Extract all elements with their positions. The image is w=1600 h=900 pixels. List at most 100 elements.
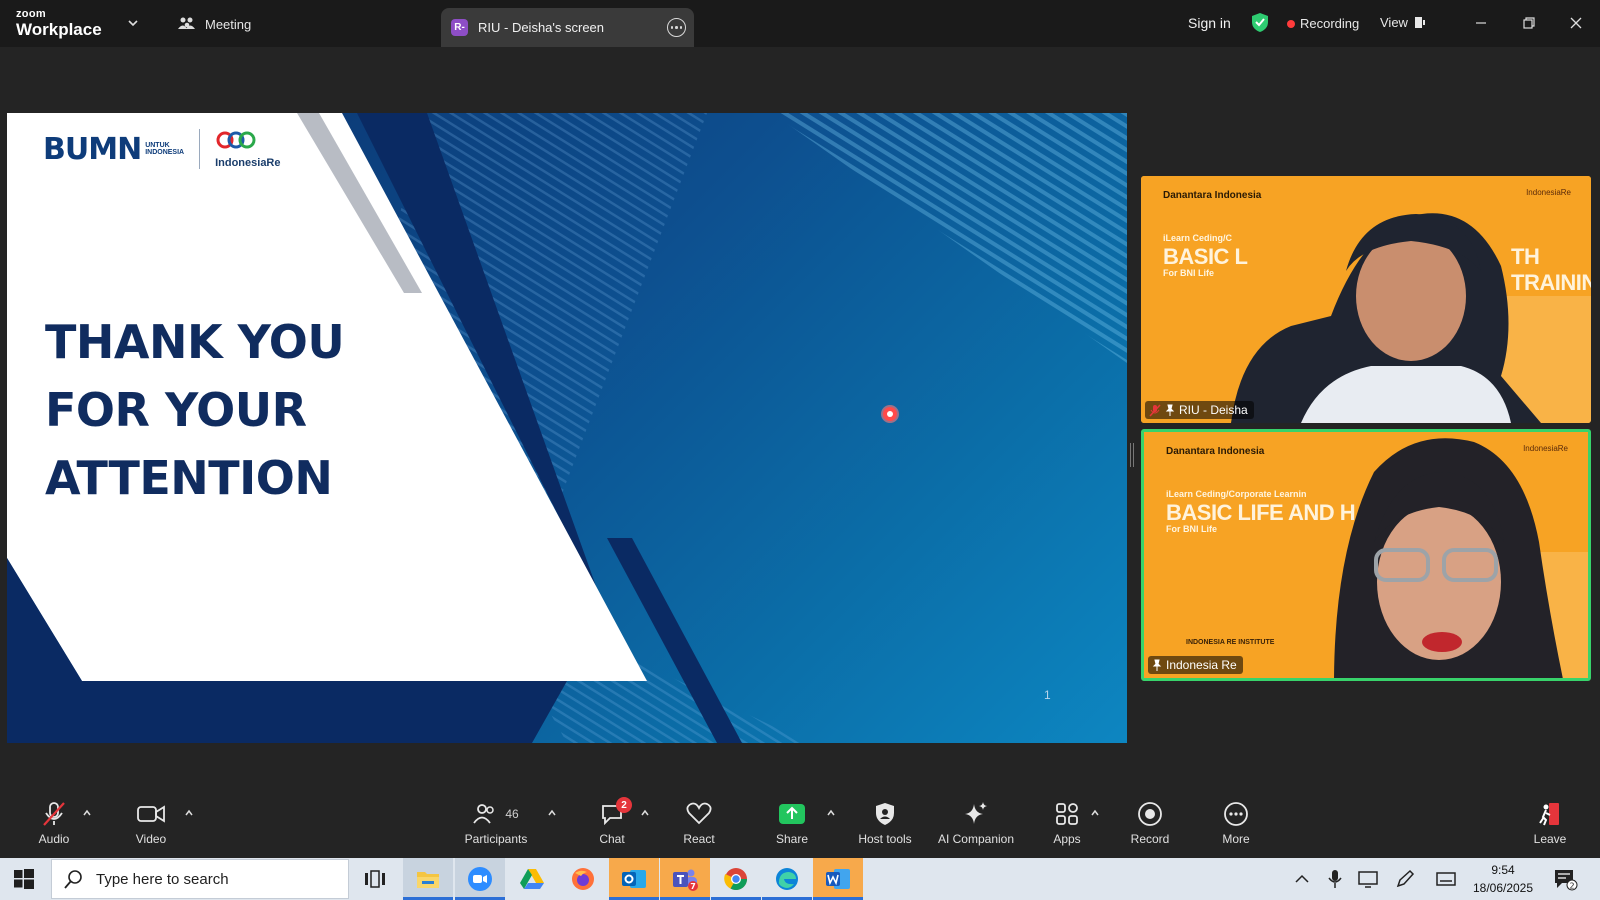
close-icon[interactable]: [1566, 13, 1586, 33]
chevron-up-icon[interactable]: [1292, 869, 1312, 889]
zoom-app-icon[interactable]: [455, 858, 505, 900]
apps-label: Apps: [1053, 832, 1081, 846]
audio-label: Audio: [38, 832, 70, 846]
recording-indicator[interactable]: Recording: [1287, 16, 1359, 31]
restore-icon[interactable]: [1519, 13, 1539, 33]
file-explorer-icon[interactable]: [403, 858, 453, 900]
chat-label: Chat: [599, 832, 625, 846]
chevron-down-icon[interactable]: [126, 16, 140, 30]
tab-shared-screen-label: RIU - Deisha's screen: [478, 20, 605, 35]
indonesia-re-rings-icon: [216, 131, 256, 148]
chrome-icon[interactable]: [711, 858, 761, 900]
tab-meeting-label: Meeting: [205, 16, 252, 32]
display-icon[interactable]: [1358, 869, 1378, 889]
bumn-logo: BUMN: [43, 131, 142, 167]
more-icon[interactable]: [667, 18, 686, 37]
google-drive-icon[interactable]: [507, 858, 557, 900]
laser-pointer-icon: [883, 407, 897, 421]
apps-button[interactable]: Apps: [1027, 800, 1107, 846]
participant-video: [1141, 176, 1591, 423]
participant-name-tag: RIU - Deisha: [1145, 401, 1254, 419]
chevron-up-icon[interactable]: [82, 808, 92, 818]
slide-page-number: 1: [1044, 688, 1051, 702]
participants-button[interactable]: 46 Participants: [456, 800, 536, 846]
taskbar-clock[interactable]: 9:54 18/06/2025: [1468, 861, 1538, 897]
ai-companion-button[interactable]: AI Companion: [926, 800, 1026, 846]
slide-title-line: ATTENTION: [45, 451, 333, 505]
minimize-icon[interactable]: [1471, 13, 1491, 33]
brand-top: zoom: [16, 8, 46, 20]
search-icon: [64, 870, 82, 889]
participant-name: RIU - Deisha: [1179, 403, 1248, 417]
outlook-icon[interactable]: [609, 858, 659, 900]
firefox-icon[interactable]: [558, 858, 608, 900]
microphone-icon[interactable]: [1325, 869, 1345, 889]
chevron-up-icon[interactable]: [640, 808, 650, 818]
participant-video-tile-active[interactable]: Danantara Indonesia IndonesiaRe iLearn C…: [1141, 429, 1591, 681]
chat-unread-badge: 2: [616, 797, 632, 813]
keyboard-icon[interactable]: [1436, 869, 1456, 889]
meeting-people-icon: [178, 17, 195, 29]
host-shield-icon: [876, 803, 894, 825]
leave-button[interactable]: Leave: [1510, 800, 1590, 846]
audio-button[interactable]: Audio: [14, 800, 94, 846]
pen-icon[interactable]: [1395, 869, 1415, 889]
windows-start-icon[interactable]: [14, 869, 34, 889]
apps-grid-icon: [1056, 803, 1078, 825]
video-button[interactable]: Video: [111, 800, 191, 846]
bumn-tagline-line2: INDONESIA: [145, 149, 185, 156]
more-label: More: [1222, 832, 1250, 846]
background-footer: INDONESIA RE INSTITUTE: [1186, 639, 1275, 646]
react-button[interactable]: React: [659, 800, 739, 846]
more-button[interactable]: More: [1196, 800, 1276, 846]
background-watermark-right: IndonesiaRe: [1523, 444, 1568, 453]
chevron-up-icon[interactable]: [826, 808, 836, 818]
background-watermark-right: IndonesiaRe: [1526, 188, 1571, 197]
mic-muted-icon: [1149, 403, 1161, 417]
background-subtitle: iLearn Ceding/C: [1163, 233, 1233, 243]
background-title: BASIC LIFE AND H: [1166, 500, 1356, 525]
recording-label: Recording: [1300, 16, 1360, 31]
participant-name-tag: Indonesia Re: [1148, 656, 1243, 674]
meeting-toolbar: Audio Video 46 Participants 2 Chat React…: [0, 797, 1600, 858]
more-icon: [1224, 802, 1248, 826]
background-for-label: For BNI Life: [1166, 524, 1217, 534]
taskbar-search-box[interactable]: Type here to search: [51, 859, 349, 899]
background-title: BASIC L: [1163, 244, 1248, 269]
record-button[interactable]: Record: [1110, 800, 1190, 846]
avatar: R-: [451, 19, 468, 36]
leave-door-icon: [1539, 803, 1559, 826]
chat-button[interactable]: 2 Chat: [572, 797, 652, 846]
view-button[interactable]: View: [1380, 15, 1426, 30]
tab-shared-screen[interactable]: R- RIU - Deisha's screen: [441, 8, 694, 47]
participants-icon: [473, 804, 495, 824]
word-icon[interactable]: [813, 858, 863, 900]
chevron-up-icon[interactable]: [184, 808, 194, 818]
participant-video-tile[interactable]: Danantara Indonesia IndonesiaRe iLearn C…: [1141, 176, 1591, 423]
edge-icon[interactable]: [762, 858, 812, 900]
host-tools-button[interactable]: Host tools: [845, 800, 925, 846]
bumn-tagline-line1: UNTUK: [145, 142, 170, 149]
react-label: React: [683, 832, 715, 846]
chevron-up-icon[interactable]: [1090, 808, 1100, 818]
chevron-up-icon[interactable]: [547, 808, 557, 818]
slide-logo: BUMN UNTUK INDONESIA IndonesiaRe: [43, 129, 281, 169]
shared-screen[interactable]: BUMN UNTUK INDONESIA IndonesiaRe THANK Y…: [7, 113, 1127, 743]
sign-in-link[interactable]: Sign in: [1188, 15, 1231, 31]
host-tools-label: Host tools: [858, 832, 912, 846]
background-watermark-left: Danantara Indonesia: [1163, 190, 1262, 201]
share-button[interactable]: Share: [752, 800, 832, 846]
panel-resize-handle[interactable]: [1130, 443, 1134, 467]
share-label: Share: [775, 832, 809, 846]
notification-icon[interactable]: 2: [1554, 869, 1578, 891]
record-dot-icon: [1287, 19, 1295, 28]
slide-title-line: FOR YOUR: [45, 383, 307, 437]
task-view-icon[interactable]: [350, 858, 400, 900]
tab-meeting[interactable]: Meeting: [178, 14, 251, 34]
video-label: Video: [135, 832, 167, 846]
teams-icon[interactable]: 7: [660, 858, 710, 900]
participants-count: 46: [505, 807, 519, 821]
clock-time: 9:54: [1491, 863, 1515, 877]
zoom-workplace-logo[interactable]: zoom Workplace: [16, 8, 102, 39]
shield-check-icon[interactable]: [1251, 12, 1269, 33]
